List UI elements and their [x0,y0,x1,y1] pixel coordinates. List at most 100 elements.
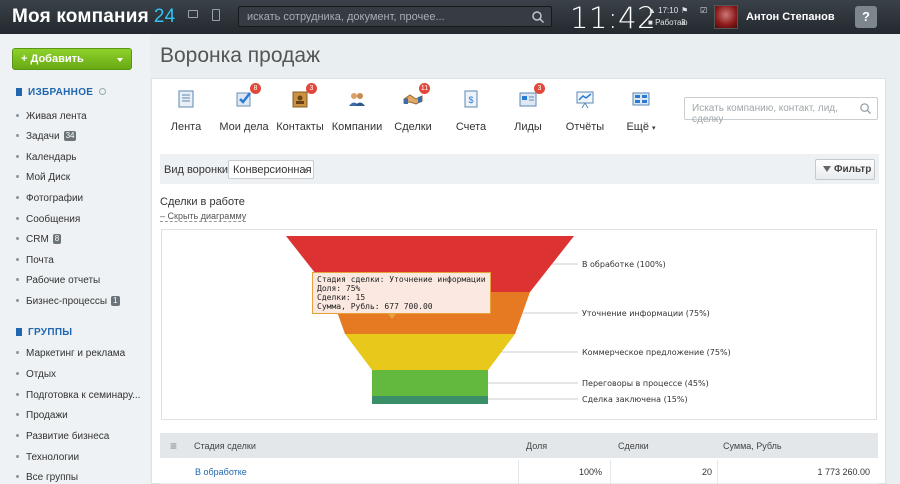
sidebar: + Добавить ИЗБРАННОЕ Живая лента Задачи 3… [0,34,150,484]
bullet-icon [16,258,19,261]
contacts-icon: 3 [290,83,317,109]
tab-my-tasks[interactable]: 8 Мои дела [214,83,274,133]
search-icon[interactable] [531,10,545,24]
count-badge: 11 [419,83,430,94]
sidebar-item-label: Сообщения [26,214,81,225]
count-badge: 3 [534,83,545,94]
funnel-type-select[interactable]: Конверсионная [228,160,314,179]
bullet-icon [16,475,19,478]
sidebar-item-work-reports[interactable]: Рабочие отчеты [16,275,100,286]
column-header-deals[interactable]: Сделки [618,441,649,451]
alarm-icon: ▲ [648,6,659,15]
bullet-icon [16,434,19,437]
funnel-segment[interactable] [372,396,488,404]
messages-icon[interactable] [188,10,198,18]
checkbox-icon[interactable]: ☑ [700,5,707,17]
clock[interactable]: 11:42 [570,1,656,35]
hide-chart-link[interactable]: – Скрыть диаграмму [160,211,247,222]
tab-deals[interactable]: 11 Сделки [383,83,443,133]
sidebar-item-label: Все группы [26,472,79,483]
user-name: Антон Степанов [746,11,835,23]
column-header-stage[interactable]: Стадия сделки [194,441,256,451]
settings-icon[interactable] [99,88,107,95]
logo-text: Моя компания [12,6,149,27]
alarm-time: 17:10 [658,6,679,15]
table-header: ≡ Стадия сделки Доля Сделки Сумма, Рубль [160,433,878,458]
sidebar-item-business-processes[interactable]: Бизнес-процессы 1 [16,296,120,307]
sidebar-item-crm[interactable]: CRM 8 [16,234,62,245]
bullet-icon [16,114,19,117]
tab-feed[interactable]: Лента [156,89,216,133]
funnel-stage-label: Коммерческое предложение (75%) [582,348,731,357]
deals-icon: 11 [403,83,430,109]
tab-contacts[interactable]: 3 Контакты [270,83,330,133]
bullet-icon [16,155,19,158]
tooltip-sum: Сумма, Рубль: 677 700.00 [317,302,433,311]
reports-icon [575,89,595,109]
column-divider [610,460,611,484]
sidebar-item-group[interactable]: Отдых [16,369,56,380]
tab-invoices[interactable]: $ Счета [441,89,501,133]
favorites-title[interactable]: ИЗБРАННОЕ [16,87,107,98]
count-badge: 1 [111,296,120,306]
tab-label: Лиды [514,121,542,133]
sidebar-item-label: Почта [26,255,54,266]
tab-more[interactable]: Ещё ▾ [611,89,671,133]
add-button-label: + Добавить [21,53,84,65]
feed-icon [176,89,196,109]
funnel-stage-label: Переговоры в процессе (45%) [582,379,709,388]
crm-search-input[interactable]: Искать компанию, контакт, лид, сделку [684,97,878,125]
sidebar-item-mail[interactable]: Почта [16,255,54,266]
funnel-segment[interactable] [372,370,488,396]
company-logo[interactable]: Моя компания 24 [12,6,175,28]
groups-title[interactable]: ГРУППЫ [16,327,72,338]
column-divider [518,460,519,484]
sidebar-item-label: Рабочие отчеты [26,275,101,286]
funnel-stage-label: Уточнение информации (75%) [582,309,710,318]
user-menu[interactable]: Антон Степанов [714,5,835,29]
tab-reports[interactable]: Отчёты [555,89,615,133]
columns-menu-icon[interactable]: ≡ [170,439,177,453]
notifications-icon[interactable] [212,9,220,21]
global-search-input[interactable]: искать сотрудника, документ, прочее... [238,6,552,27]
tab-label: Отчёты [565,121,605,133]
bullet-icon [16,196,19,199]
sidebar-item-group[interactable]: Продажи [16,410,68,421]
sidebar-item-label: Живая лента [26,111,87,122]
tooltip-deals: Сделки: 15 [317,293,366,302]
column-header-share[interactable]: Доля [526,441,547,451]
filter-button[interactable]: Фильтр [815,159,875,180]
sidebar-item-group[interactable]: Подготовка к семинару... [16,390,140,401]
funnel-chart: В обработке (100%) Уточнение информации (… [161,229,877,420]
sidebar-item-drive[interactable]: Мой Диск [16,172,70,183]
search-icon[interactable] [859,102,872,115]
tab-companies[interactable]: Компании [327,89,387,133]
sidebar-item-calendar[interactable]: Календарь [16,152,76,163]
chart-tooltip: Стадия сделки: Уточнение информации Доля… [312,272,491,314]
sidebar-item-label: Подготовка к семинару... [26,390,141,401]
sidebar-item-photos[interactable]: Фотографии [16,193,83,204]
sidebar-item-group[interactable]: Маркетинг и реклама [16,348,125,359]
funnel-segment[interactable] [345,334,515,370]
sidebar-item-group[interactable]: Развитие бизнеса [16,431,109,442]
tab-label: Компании [331,121,383,133]
sidebar-item-group[interactable]: Технологии [16,452,79,463]
add-button[interactable]: + Добавить [12,48,132,70]
page-title: Воронка продаж [160,44,321,67]
column-divider [717,460,718,484]
sidebar-item-all-groups[interactable]: Все группы [16,472,78,483]
section-title: Сделки в работе [160,196,245,208]
tooltip-share: Доля: 75% [317,284,361,293]
column-header-sum[interactable]: Сумма, Рубль [723,441,782,451]
help-button[interactable]: ? [855,6,877,28]
tab-label: Лента [170,121,202,133]
sidebar-item-live-feed[interactable]: Живая лента [16,111,87,122]
filter-icon [823,166,831,172]
tab-leads[interactable]: 3 Лиды [498,83,558,133]
companies-icon [347,89,367,109]
stage-link[interactable]: В обработке [195,467,247,477]
sidebar-item-tasks[interactable]: Задачи 34 [16,131,77,142]
sidebar-item-label: Продажи [26,410,68,421]
bookmark-icon [16,88,22,96]
sidebar-item-messages[interactable]: Сообщения [16,214,80,225]
